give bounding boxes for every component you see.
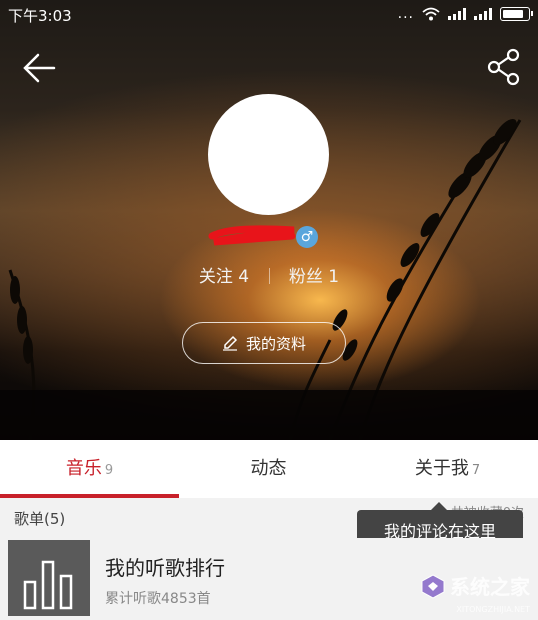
wifi-icon	[422, 7, 440, 21]
tab-about-me[interactable]: 关于我 7	[358, 440, 537, 498]
playlist-title: 我的听歌排行	[105, 556, 225, 580]
watermark-logo-icon	[421, 573, 445, 599]
status-time: 下午3:03	[8, 7, 72, 25]
tab-about-count: 7	[471, 463, 481, 478]
back-button[interactable]	[20, 50, 60, 86]
followers-count[interactable]: 粉丝 1	[289, 267, 339, 287]
follow-stats: 关注 4 粉丝 1	[0, 262, 538, 287]
avatar[interactable]	[208, 94, 329, 215]
tab-music-label: 音乐	[65, 458, 102, 479]
watermark-url: XITONGZHIJIA.NET	[456, 605, 530, 614]
watermark: 系统之家	[420, 571, 530, 600]
share-button[interactable]	[486, 48, 522, 86]
status-bar: 下午3:03 ...	[0, 0, 538, 30]
my-profile-label: 我的资料	[245, 334, 306, 353]
profile-header-background: 下午3:03 ... ♂ 关注 4 粉丝 1 我的资料	[0, 0, 538, 440]
wheat-silhouette-image	[0, 118, 538, 440]
following-count[interactable]: 关注 4	[199, 267, 249, 287]
tab-music[interactable]: 音乐 9	[0, 440, 179, 498]
tab-activity[interactable]: 动态	[179, 440, 358, 498]
stats-divider	[268, 268, 270, 284]
tab-music-count: 9	[104, 463, 114, 478]
username-redaction-mark	[208, 225, 296, 246]
profile-tabs: 音乐 9 动态 关于我 7	[0, 440, 538, 498]
tab-about-label: 关于我	[414, 458, 469, 479]
status-icons: ...	[397, 6, 533, 22]
share-icon	[487, 48, 520, 86]
playlist-section-title: 歌单(5)	[14, 510, 66, 528]
tab-activity-label: 动态	[250, 458, 287, 479]
playlist-subtitle: 累计听歌4853首	[105, 591, 211, 607]
signal-icon	[448, 8, 466, 20]
more-dots-icon: ...	[397, 6, 414, 22]
ranking-bars-icon	[23, 560, 73, 610]
battery-icon	[500, 7, 533, 21]
watermark-text: 系统之家	[450, 575, 530, 599]
playlist-cover	[8, 540, 90, 616]
signal-icon-2	[474, 8, 492, 20]
male-icon: ♂	[296, 226, 318, 248]
edit-pencil-icon	[222, 335, 238, 351]
back-arrow-icon	[23, 53, 56, 83]
my-profile-button[interactable]: 我的资料	[182, 322, 346, 364]
